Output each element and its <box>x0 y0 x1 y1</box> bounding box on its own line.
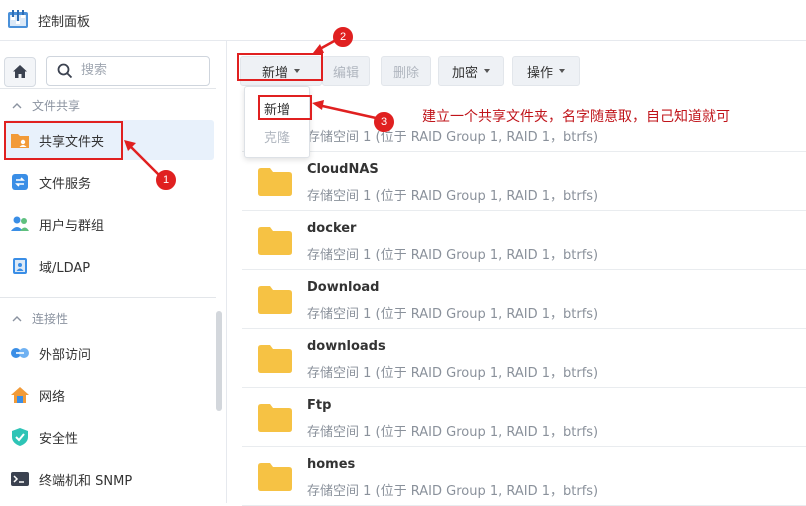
folder-icon <box>258 168 292 196</box>
folder-name: CloudNAS <box>307 162 379 177</box>
folder-description: 存储空间 1 (位于 RAID Group 1, RAID 1，btrfs) <box>307 366 599 381</box>
section-header-connectivity[interactable]: 连接性 <box>12 310 68 327</box>
home-icon <box>13 65 27 78</box>
sidebar-item-network[interactable]: 网络 <box>4 375 214 415</box>
sidebar-divider <box>0 297 216 298</box>
users-icon <box>10 214 30 234</box>
folder-name: Ftp <box>307 398 332 413</box>
action-button[interactable]: 操作 <box>512 56 580 86</box>
folder-row[interactable]: homes 存储空间 1 (位于 RAID Group 1, RAID 1，bt… <box>242 446 806 506</box>
folder-row[interactable]: CloudNAS 存储空间 1 (位于 RAID Group 1, RAID 1… <box>242 151 806 211</box>
security-shield-icon <box>10 427 30 447</box>
terminal-snmp-icon <box>10 469 30 489</box>
folder-icon <box>258 404 292 432</box>
step-badge-1: 1 <box>156 170 176 190</box>
folder-description: 存储空间 1 (位于 RAID Group 1, RAID 1，btrfs) <box>307 248 599 263</box>
folder-row[interactable]: Ftp 存储空间 1 (位于 RAID Group 1, RAID 1，btrf… <box>242 387 806 447</box>
annotation-box-create-button <box>237 53 323 81</box>
folder-description: 存储空间 1 (位于 RAID Group 1, RAID 1，btrfs) <box>307 189 599 204</box>
annotation-note: 建立一个共享文件夹，名字随意取，自己知道就可 <box>422 109 730 125</box>
step-badge-2: 2 <box>333 27 353 47</box>
sidebar-item-terminal-snmp[interactable]: 终端机和 SNMP <box>4 459 214 499</box>
caret-down-icon <box>559 69 565 73</box>
home-button[interactable] <box>4 57 36 87</box>
folder-name: downloads <box>307 339 386 354</box>
sidebar-divider <box>0 88 216 89</box>
chevron-up-icon <box>12 315 22 321</box>
search-box[interactable] <box>46 56 210 86</box>
encrypt-button[interactable]: 加密 <box>438 56 504 86</box>
title-bar: 控制面板 <box>0 0 806 41</box>
folder-description: 存储空间 1 (位于 RAID Group 1, RAID 1，btrfs) <box>307 484 599 499</box>
window-title: 控制面板 <box>38 15 91 30</box>
sidebar: 文件共享 共享文件夹 文件服务 用户与群组 域/LDAP 连接性 外部访问 <box>0 41 227 503</box>
folder-icon <box>258 227 292 255</box>
folder-icon <box>258 345 292 373</box>
file-services-icon <box>10 172 30 192</box>
network-icon <box>10 385 30 405</box>
delete-button[interactable]: 删除 <box>381 56 431 86</box>
sidebar-scrollbar[interactable] <box>216 311 222 411</box>
chevron-up-icon <box>12 102 22 108</box>
step-badge-3: 3 <box>374 112 394 132</box>
annotation-box-create-menu-item <box>258 95 312 120</box>
folder-row[interactable]: docker 存储空间 1 (位于 RAID Group 1, RAID 1，b… <box>242 210 806 270</box>
folder-row[interactable]: downloads 存储空间 1 (位于 RAID Group 1, RAID … <box>242 328 806 388</box>
section-header-file-sharing[interactable]: 文件共享 <box>12 97 80 114</box>
sidebar-item-external-access[interactable]: 外部访问 <box>4 333 214 373</box>
folder-name: homes <box>307 457 356 472</box>
control-panel-icon <box>7 8 29 30</box>
folder-row[interactable]: Download 存储空间 1 (位于 RAID Group 1, RAID 1… <box>242 269 806 329</box>
sidebar-item-security[interactable]: 安全性 <box>4 417 214 457</box>
sidebar-item-domain-ldap[interactable]: 域/LDAP <box>4 246 214 286</box>
edit-button[interactable]: 编辑 <box>322 56 370 86</box>
search-input[interactable] <box>81 61 201 79</box>
caret-down-icon <box>484 69 490 73</box>
folder-name: docker <box>307 221 357 236</box>
annotation-box-shared-folder <box>4 121 123 160</box>
folder-icon <box>258 463 292 491</box>
folder-description: 存储空间 1 (位于 RAID Group 1, RAID 1，btrfs) <box>307 130 599 145</box>
search-icon <box>57 63 73 79</box>
sidebar-item-users-groups[interactable]: 用户与群组 <box>4 204 214 244</box>
sidebar-item-file-services[interactable]: 文件服务 <box>4 162 214 202</box>
folder-description: 存储空间 1 (位于 RAID Group 1, RAID 1，btrfs) <box>307 425 599 440</box>
menu-item-clone[interactable]: 克隆 <box>245 127 309 146</box>
folder-description: 存储空间 1 (位于 RAID Group 1, RAID 1，btrfs) <box>307 307 599 322</box>
external-access-icon <box>10 343 30 363</box>
folder-name: Download <box>307 280 380 295</box>
folder-icon <box>258 286 292 314</box>
domain-ldap-icon <box>10 256 30 276</box>
